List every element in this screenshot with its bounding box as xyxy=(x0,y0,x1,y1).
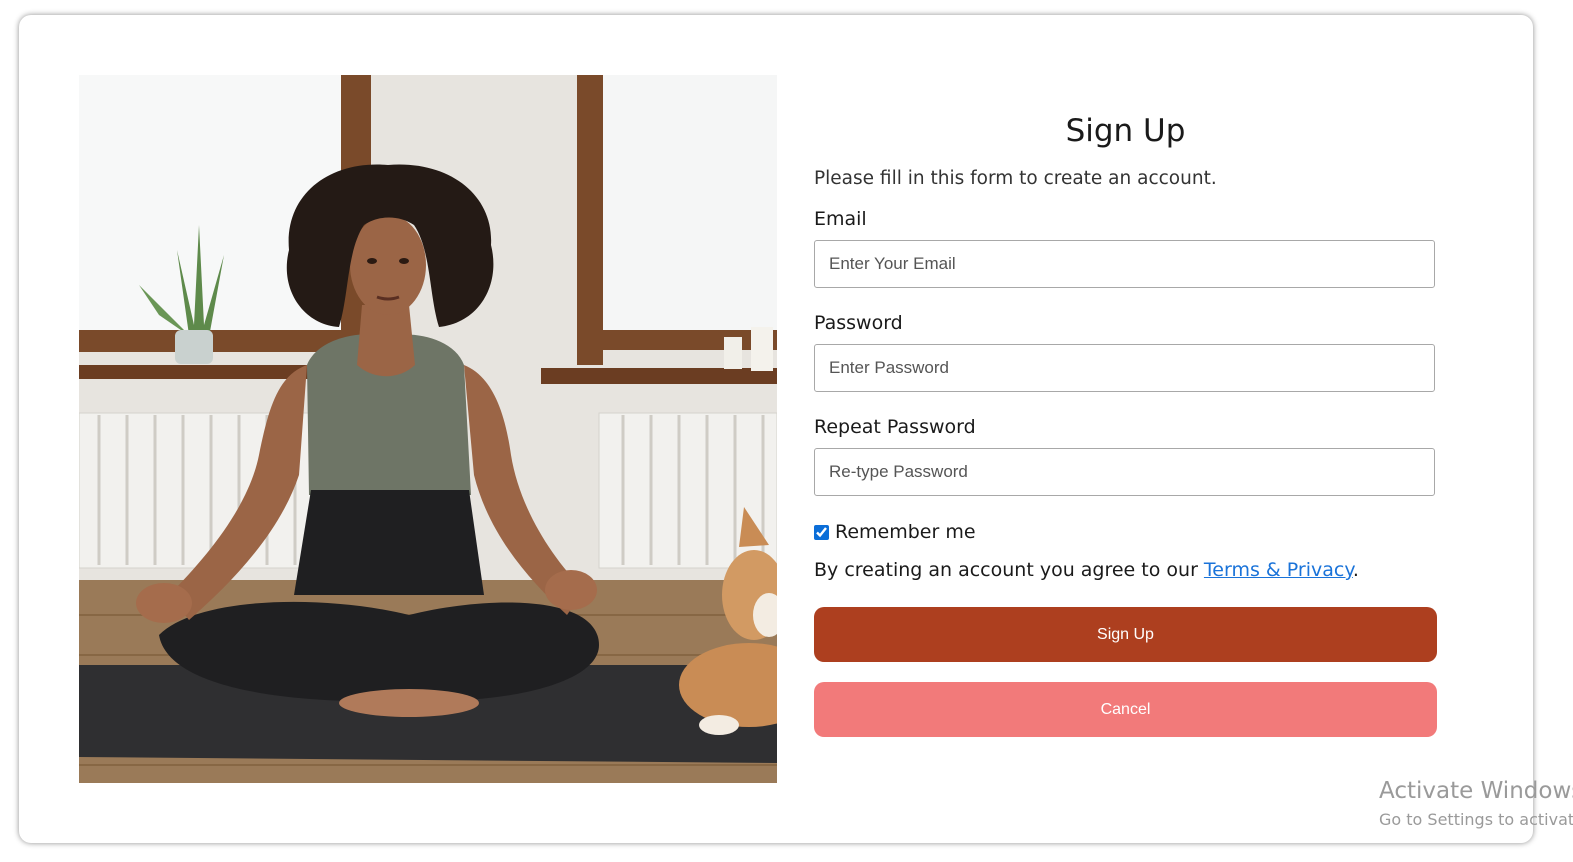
form-subtitle: Please fill in this form to create an ac… xyxy=(814,168,1217,189)
remember-me-label: Remember me xyxy=(835,521,976,543)
form-title: Sign Up xyxy=(1065,113,1186,149)
password-label: Password xyxy=(814,312,903,334)
watermark-line1: Activate Windows xyxy=(1379,778,1573,804)
terms-prefix: By creating an account you agree to our xyxy=(814,559,1204,581)
activate-windows-watermark: Activate Windows Go to Settings to activ… xyxy=(1379,778,1573,829)
remember-me-checkbox[interactable] xyxy=(814,524,829,540)
watermark-line2: Go to Settings to activate Windows. xyxy=(1379,810,1573,829)
terms-privacy-link[interactable]: Terms & Privacy xyxy=(1204,559,1353,581)
email-label: Email xyxy=(814,208,867,230)
repeat-password-label: Repeat Password xyxy=(814,416,976,438)
signup-card: Sign Up Please fill in this form to crea… xyxy=(19,15,1533,843)
yoga-photo xyxy=(79,75,777,783)
signup-button[interactable]: Sign Up xyxy=(814,607,1437,662)
cancel-button[interactable]: Cancel xyxy=(814,682,1437,737)
terms-suffix: . xyxy=(1352,559,1359,581)
password-field[interactable] xyxy=(814,344,1435,392)
repeat-password-field[interactable] xyxy=(814,448,1435,496)
email-field[interactable] xyxy=(814,240,1435,288)
remember-me[interactable]: Remember me xyxy=(814,521,976,543)
terms-text: By creating an account you agree to our … xyxy=(814,559,1359,581)
